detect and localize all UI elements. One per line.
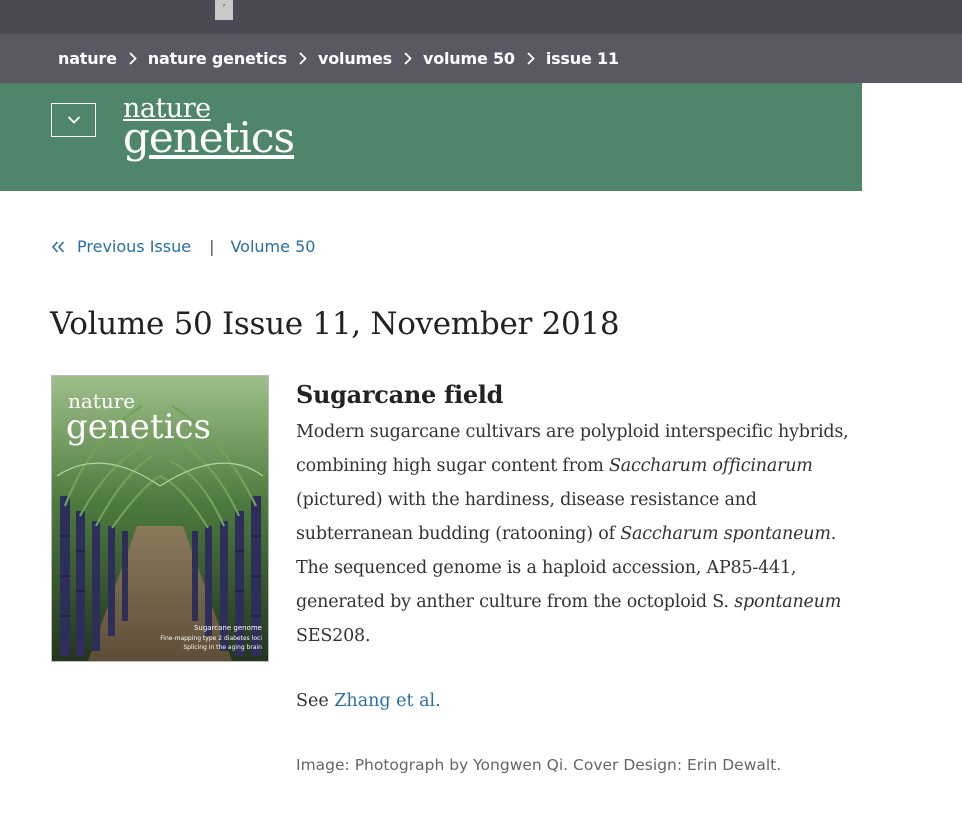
breadcrumb: nature nature genetics volumes volume 50… [0,34,962,83]
chevron-right-icon [526,52,535,65]
chevron-right-icon [298,52,307,65]
volume-link[interactable]: Volume 50 [230,237,315,256]
cover-story-body: Modern sugarcane cultivars are polyploid… [296,415,856,653]
cover-caption-2: Fine-mapping type 2 diabetes loci [160,635,262,642]
issue-cover-image[interactable]: nature genetics Sugarcane genome Fine-ma… [51,375,269,662]
see-also: See Zhang et al. [296,691,856,711]
cover-caption-3: Splicing in the aging brain [183,644,262,651]
breadcrumb-item-volumes[interactable]: volumes [318,49,392,68]
zhang-et-al-link[interactable]: Zhang et al. [334,691,440,711]
logo-line-genetics: genetics [123,113,295,162]
chevron-right-icon [403,52,412,65]
tab-stub[interactable]: ’ [215,0,233,20]
nav-separator: | [209,237,215,256]
breadcrumb-item-issue-11: issue 11 [545,49,619,68]
body-text-italic-2: Saccharum spontaneum [620,524,831,544]
image-credit: Image: Photograph by Yongwen Qi. Cover D… [296,756,782,774]
see-prefix: See [296,691,335,711]
cover-story-heading: Sugarcane field [296,380,504,409]
breadcrumb-item-nature-genetics[interactable]: nature genetics [148,49,287,68]
journal-logo[interactable]: nature genetics [123,95,295,162]
menu-toggle-button[interactable] [51,103,96,137]
previous-issue-link[interactable]: Previous Issue [77,237,191,256]
page-title: Volume 50 Issue 11, November 2018 [50,306,620,342]
journal-header: nature genetics [0,83,862,191]
cover-masthead-genetics: genetics [66,407,211,447]
breadcrumb-item-nature[interactable]: nature [58,49,117,68]
body-text-italic-3: spontaneum [734,592,842,612]
cover-illustration: nature genetics Sugarcane genome Fine-ma… [52,376,268,661]
body-text-italic-1: Saccharum officinarum [608,456,813,476]
chevron-down-icon [67,115,81,125]
double-chevron-left-icon[interactable] [51,240,65,253]
cover-caption-1: Sugarcane genome [194,624,262,632]
issue-navigation: Previous Issue | Volume 50 [51,237,315,256]
browser-top-bar: ’ [0,0,962,34]
breadcrumb-item-volume-50[interactable]: volume 50 [423,49,515,68]
body-text-4: SES208. [296,626,371,646]
chevron-right-icon [128,52,137,65]
cover-description: Sugarcane field Modern sugarcane cultiva… [296,380,856,774]
